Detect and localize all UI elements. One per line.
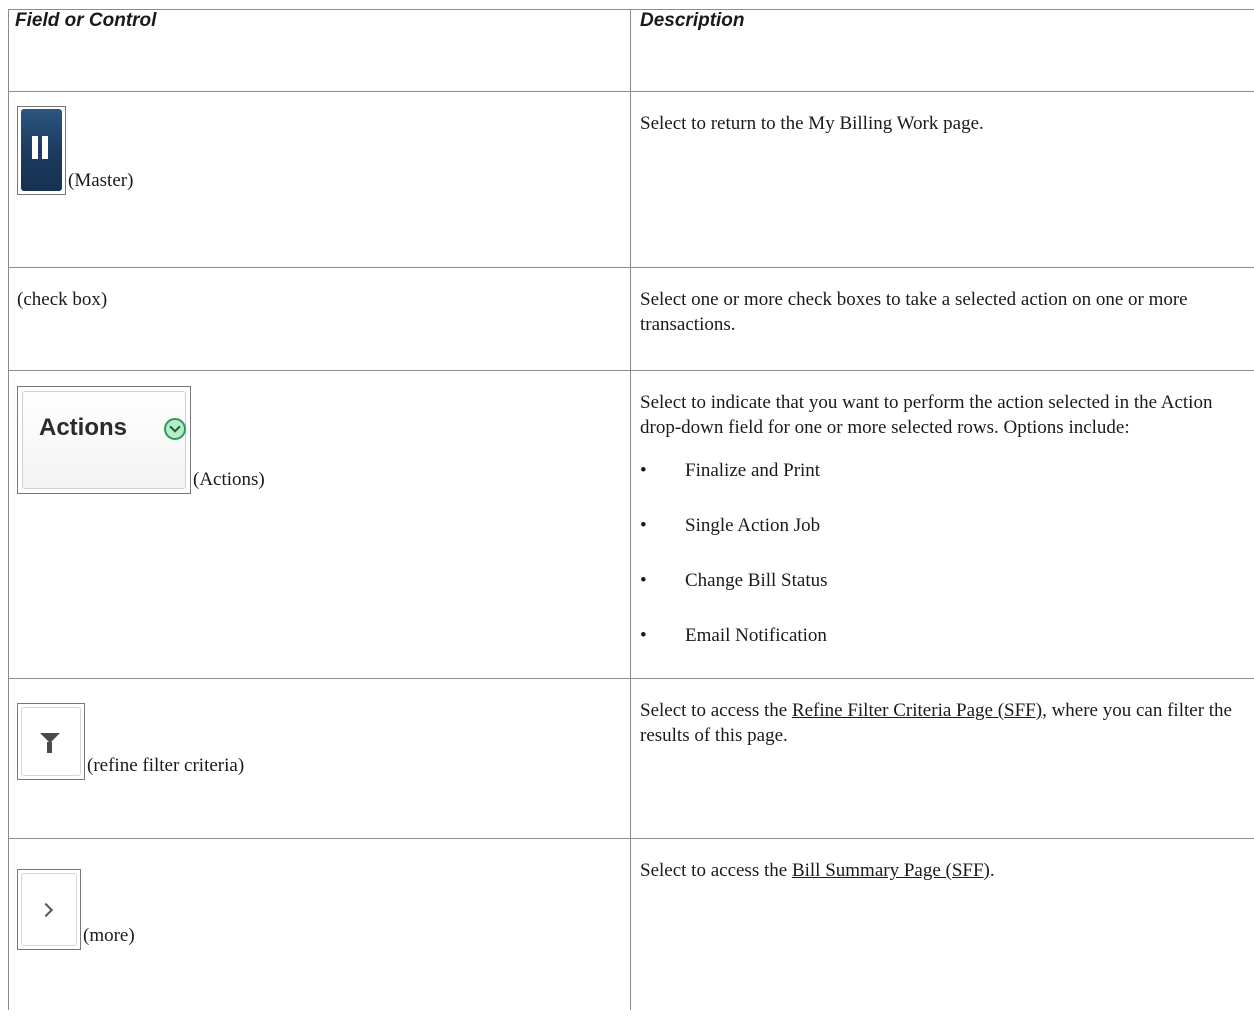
table-header-row: Field or Control Description bbox=[8, 9, 1254, 92]
chevron-down-circle-icon bbox=[164, 418, 186, 440]
table-row-actions: Actions (Actions) Select to indicate tha… bbox=[8, 370, 1254, 679]
description-text: Select to access the Refine Filter Crite… bbox=[640, 700, 1232, 746]
description-text: Select to indicate that you want to perf… bbox=[640, 392, 1213, 438]
table-row-check-box: (check box) Select one or more check box… bbox=[8, 267, 1254, 371]
more-caption: (more) bbox=[83, 925, 135, 946]
field-description-table: Field or Control Description (Master) Se… bbox=[8, 9, 1254, 1010]
description-cell-refine-filter: Select to access the Refine Filter Crite… bbox=[630, 678, 1254, 839]
field-cell-refine-filter: (refine filter criteria) bbox=[8, 678, 631, 839]
list-item: Finalize and Print bbox=[640, 458, 1245, 483]
header-field-or-control: Field or Control bbox=[8, 9, 631, 92]
actions-button-label: Actions bbox=[39, 414, 128, 441]
header-description: Description bbox=[630, 9, 1254, 92]
list-item: Single Action Job bbox=[640, 513, 1245, 538]
table-row-refine-filter: (refine filter criteria) Select to acces… bbox=[8, 678, 1254, 839]
description-cell-more: Select to access the Bill Summary Page (… bbox=[630, 838, 1254, 1010]
pause-icon bbox=[17, 106, 66, 195]
bill-summary-page-link[interactable]: Bill Summary Page (SFF) bbox=[792, 860, 990, 881]
actions-caption: (Actions) bbox=[193, 469, 265, 490]
action-options-list: Finalize and Print Single Action Job Cha… bbox=[640, 458, 1245, 648]
description-text: Select to return to the My Billing Work … bbox=[640, 113, 984, 134]
field-cell-master: (Master) bbox=[8, 91, 631, 268]
list-item: Email Notification bbox=[640, 623, 1245, 648]
field-cell-actions: Actions (Actions) bbox=[8, 370, 631, 679]
list-item: Change Bill Status bbox=[640, 568, 1245, 593]
description-text: Select one or more check boxes to take a… bbox=[640, 289, 1188, 335]
chevron-right-icon bbox=[17, 869, 81, 950]
check-box-caption: (check box) bbox=[17, 289, 108, 310]
description-cell-master: Select to return to the My Billing Work … bbox=[630, 91, 1254, 268]
field-cell-more: (more) bbox=[8, 838, 631, 1010]
description-cell-actions: Select to indicate that you want to perf… bbox=[630, 370, 1254, 679]
description-text: Select to access the Bill Summary Page (… bbox=[640, 860, 995, 881]
refine-filter-caption: (refine filter criteria) bbox=[87, 755, 245, 776]
table-row-master: (Master) Select to return to the My Bill… bbox=[8, 91, 1254, 268]
description-cell-check-box: Select one or more check boxes to take a… bbox=[630, 267, 1254, 371]
master-caption: (Master) bbox=[68, 170, 134, 191]
funnel-icon bbox=[17, 703, 85, 780]
field-cell-check-box: (check box) bbox=[8, 267, 631, 371]
actions-button-image: Actions bbox=[17, 386, 191, 494]
refine-filter-criteria-link[interactable]: Refine Filter Criteria Page (SFF) bbox=[792, 700, 1042, 721]
table-row-more: (more) Select to access the Bill Summary… bbox=[8, 838, 1254, 1010]
